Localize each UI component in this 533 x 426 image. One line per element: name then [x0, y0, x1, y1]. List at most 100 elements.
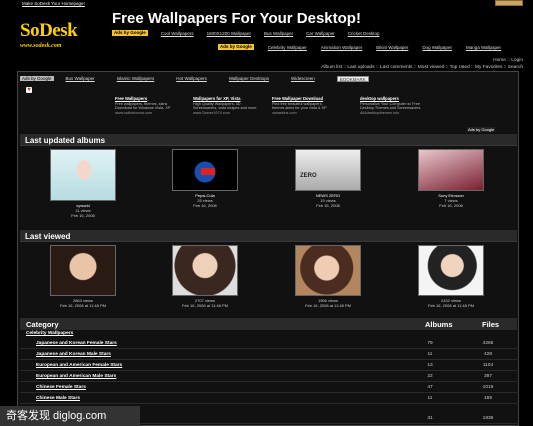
album-thumbnail[interactable] — [50, 149, 116, 201]
album-thumbnail[interactable] — [50, 245, 116, 296]
section-title: Last viewed — [25, 232, 71, 241]
last-viewed-header: Last viewed — [20, 230, 517, 242]
album-thumbnail[interactable] — [295, 149, 361, 191]
album-date: Feb 16, 2008 — [316, 203, 340, 208]
nav-link[interactable]: Dog Wallpaper — [422, 45, 452, 50]
albums-count: 31 — [427, 416, 433, 421]
ads-label[interactable]: Ads by Google — [20, 76, 54, 81]
main-content: Ads by Google Bus Wallpaper Islamic Wall… — [17, 71, 519, 426]
ad-link[interactable]: Bus Wallpaper — [66, 76, 95, 81]
section-title: Last updated albums — [25, 136, 106, 145]
files-count: 397 — [483, 374, 492, 379]
ad-url: All4desktopthemes.info — [360, 110, 400, 115]
ads-by-google[interactable]: Ads by Google — [467, 127, 496, 132]
album-menu-row1[interactable]: Home :: Login — [321, 58, 523, 63]
ad-link[interactable]: Wallpaper Desktops — [229, 76, 269, 81]
table-row: Japanese and Korean Female Stars 79 4265 — [20, 338, 517, 349]
table-row: Chinese Female Stars 47 1019 — [20, 382, 517, 393]
table-row: European and American Female Stars 13 11… — [20, 360, 517, 371]
files-count: 428 — [483, 352, 492, 357]
second-nav: Ads by Google Celebrity Wallpaper Animat… — [218, 44, 515, 50]
album-item[interactable]: Sony Ericsson 7 views Feb 16, 2008 — [411, 149, 491, 208]
text-ad[interactable]: Free Wallpaper Download Find free beauti… — [272, 96, 340, 115]
top-nav: Ads by Google Cool Wallpapers 1600X1200 … — [112, 30, 392, 36]
album-menu-row2[interactable]: Album list :: Last uploads :: Last comme… — [321, 65, 523, 70]
ad-body: Personalize Your Computer w/ Free Deskto… — [360, 101, 422, 111]
album-date: Feb 16, 2008 — [71, 213, 95, 218]
album-item[interactable]: 1966 views Feb 16, 2008 at 11:48 PM — [288, 245, 368, 308]
nav-link[interactable]: Manga Wallpaper — [466, 45, 501, 50]
ad-link[interactable]: Widescreen — [291, 76, 315, 81]
text-ad[interactable]: Wallpapers for XP, Vista High Quality Wa… — [193, 96, 261, 115]
nav-link[interactable]: Car Wallpaper — [306, 31, 335, 36]
album-thumbnail[interactable] — [172, 149, 238, 191]
album-date: Feb 16, 2008 at 11:48 PM — [60, 303, 106, 308]
albums-count: 11 — [427, 352, 433, 357]
category-link[interactable]: European and American Male Stars — [36, 374, 116, 379]
album-thumbnail[interactable] — [418, 149, 484, 191]
table-row: Japanese and Korean Male Stars 11 428 — [20, 349, 517, 360]
albums-count: 11 — [427, 396, 433, 401]
nav-link[interactable]: Cool Wallpapers — [161, 31, 194, 36]
logo-url: www.sodesk.com — [20, 43, 62, 49]
top-badge — [495, 0, 523, 6]
ad-body: Free wallpapers, themes, skins Download … — [115, 101, 171, 111]
ads-label[interactable]: Ads by Google — [112, 30, 148, 36]
album-item[interactable]: Pepsi-Cola 25 views Feb 16, 2008 — [165, 149, 245, 208]
albums-count: 22 — [427, 374, 433, 379]
category-link[interactable]: Japanese and Korean Male Stars — [36, 352, 111, 357]
files-count: 1104 — [482, 363, 494, 368]
album-item[interactable]: 2863 views Feb 16, 2008 at 11:48 PM — [43, 245, 123, 308]
table-row: Chinese Male Stars 11 169 — [20, 393, 517, 404]
bookmark-button[interactable]: BOOKMARK — [336, 75, 369, 82]
ad-url: www.Sarver1974.com — [193, 110, 230, 115]
category-header: Category Albums Files — [20, 318, 517, 330]
album-date: Feb 16, 2008 — [439, 203, 463, 208]
album-item[interactable]: 2707 views Feb 16, 2008 at 11:48 PM — [165, 245, 245, 308]
album-thumbnail[interactable] — [295, 245, 361, 296]
category-link[interactable]: Japanese and Korean Female Stars — [36, 341, 117, 346]
nav-link[interactable]: Bus Wallpaper — [264, 31, 293, 36]
category-link[interactable]: European and American Female Stars — [36, 363, 122, 368]
album-thumbnail[interactable] — [418, 245, 484, 296]
ad-url: vistaskins.com — [272, 110, 297, 115]
table-row: European and American Male Stars 22 397 — [20, 371, 517, 382]
album-date: Feb 16, 2008 at 11:48 PM — [305, 303, 351, 308]
top-bar: Make SoDesk Your Homepage! — [0, 0, 533, 7]
album-date: Feb 16, 2008 — [193, 203, 217, 208]
nav-link[interactable]: 1600X1200 Wallpaper — [207, 31, 251, 36]
text-ad[interactable]: Free Wallpapers Free wallpapers, themes,… — [115, 96, 183, 115]
album-item[interactable]: cyworld 11 views Feb 16, 2008 — [43, 149, 123, 218]
ad-body: Find free beautiful wallpapers, themes,s… — [272, 101, 327, 111]
nav-link[interactable]: Animation Wallpaper — [321, 45, 362, 50]
nav-link[interactable]: Bikini Wallpaper — [376, 45, 408, 50]
site-logo[interactable]: SoDesk — [20, 20, 78, 42]
files-count: 1836 — [482, 416, 494, 421]
site-title: Free Wallpapers For Your Desktop! — [112, 10, 361, 27]
homepage-link[interactable]: Make SoDesk Your Homepage! — [22, 1, 85, 6]
last-updated-header: Last updated albums — [20, 134, 517, 146]
album-date: Feb 16, 2008 at 11:48 PM — [428, 303, 474, 308]
category-link[interactable]: Chinese Female Stars — [36, 385, 86, 390]
category-parent-link[interactable]: Celebrity Wallpapers — [26, 331, 73, 336]
album-date: Feb 16, 2008 at 11:48 PM — [182, 303, 228, 308]
album-thumbnail[interactable] — [172, 245, 238, 296]
text-ad[interactable]: desktop wallpapers Personalize Your Comp… — [360, 96, 428, 115]
ads-label[interactable]: Ads by Google — [218, 44, 254, 50]
heart-icon[interactable]: ♥ — [26, 87, 32, 93]
nav-link[interactable]: Celebrity Wallpaper — [268, 45, 307, 50]
albums-col-header: Albums — [425, 320, 453, 329]
category-link[interactable]: Chinese Male Stars — [36, 396, 80, 401]
ad-body: High Quality Wallpapers, 3D Screensavers… — [193, 101, 257, 111]
files-count: 169 — [483, 396, 492, 401]
album-item[interactable]: 2432 views Feb 16, 2008 at 11:48 PM — [411, 245, 491, 308]
files-count: 4265 — [482, 341, 494, 346]
album-item[interactable]: NEWS ZERO 15 views Feb 16, 2008 — [288, 149, 368, 208]
albums-count: 13 — [427, 363, 433, 368]
ad-link[interactable]: Hot Wallpapers — [176, 76, 207, 81]
ad-link[interactable]: Islamic Wallpapers — [117, 76, 155, 81]
album-menu: Home :: Login Album list :: Last uploads… — [321, 58, 523, 70]
category-col-header: Category — [26, 320, 59, 329]
albums-count: 47 — [427, 385, 433, 390]
nav-link[interactable]: Cricket Desktop — [348, 31, 380, 36]
